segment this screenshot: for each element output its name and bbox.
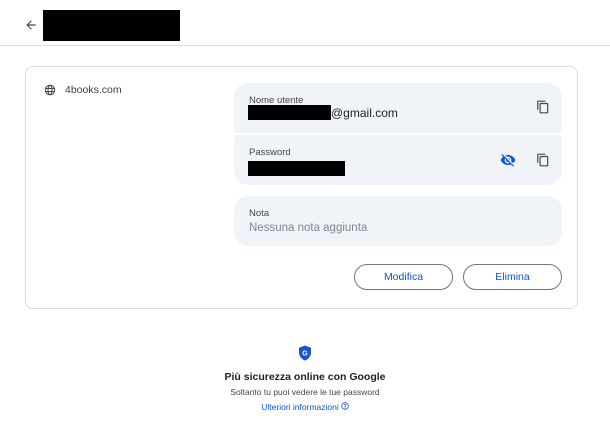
edit-button[interactable]: Modifica bbox=[354, 264, 453, 290]
delete-button[interactable]: Elimina bbox=[463, 264, 562, 290]
copy-password-icon[interactable] bbox=[533, 150, 553, 170]
note-field[interactable]: Nota Nessuna nota aggiunta bbox=[234, 196, 562, 246]
credentials-group: Nome utente @gmail.com Password bbox=[234, 83, 562, 185]
help-circle-icon bbox=[341, 402, 349, 412]
password-field[interactable]: Password bbox=[234, 135, 562, 185]
site-name: 4books.com bbox=[65, 84, 122, 96]
note-label: Nota bbox=[249, 208, 270, 219]
username-value: @gmail.com bbox=[248, 105, 398, 120]
page-title-redacted bbox=[43, 10, 180, 41]
footer-title: Più sicurezza online con Google bbox=[224, 371, 386, 383]
learn-more-link[interactable]: Ulteriori informazioni bbox=[261, 402, 349, 412]
footer-subtitle: Soltanto tu puoi vedere le tue password bbox=[230, 387, 380, 397]
username-field[interactable]: Nome utente @gmail.com bbox=[234, 83, 562, 133]
username-redacted bbox=[248, 105, 331, 120]
password-entry-card: 4books.com Nome utente @gmail.com Passwo… bbox=[25, 66, 578, 309]
shield-letter: G bbox=[302, 351, 308, 358]
google-shield-icon: G bbox=[0, 345, 610, 361]
copy-username-icon[interactable] bbox=[533, 97, 553, 117]
site-row: 4books.com bbox=[44, 84, 122, 96]
security-footer: G Più sicurezza online con Google Soltan… bbox=[0, 345, 610, 415]
password-redacted bbox=[248, 161, 345, 176]
visibility-off-icon[interactable] bbox=[498, 150, 518, 170]
arrow-back-icon[interactable] bbox=[20, 14, 42, 36]
learn-more-label: Ulteriori informazioni bbox=[261, 402, 339, 412]
top-bar bbox=[0, 0, 610, 46]
note-placeholder: Nessuna nota aggiunta bbox=[249, 222, 368, 234]
globe-icon bbox=[44, 84, 56, 96]
username-suffix: @gmail.com bbox=[331, 105, 398, 120]
password-label: Password bbox=[249, 147, 291, 158]
